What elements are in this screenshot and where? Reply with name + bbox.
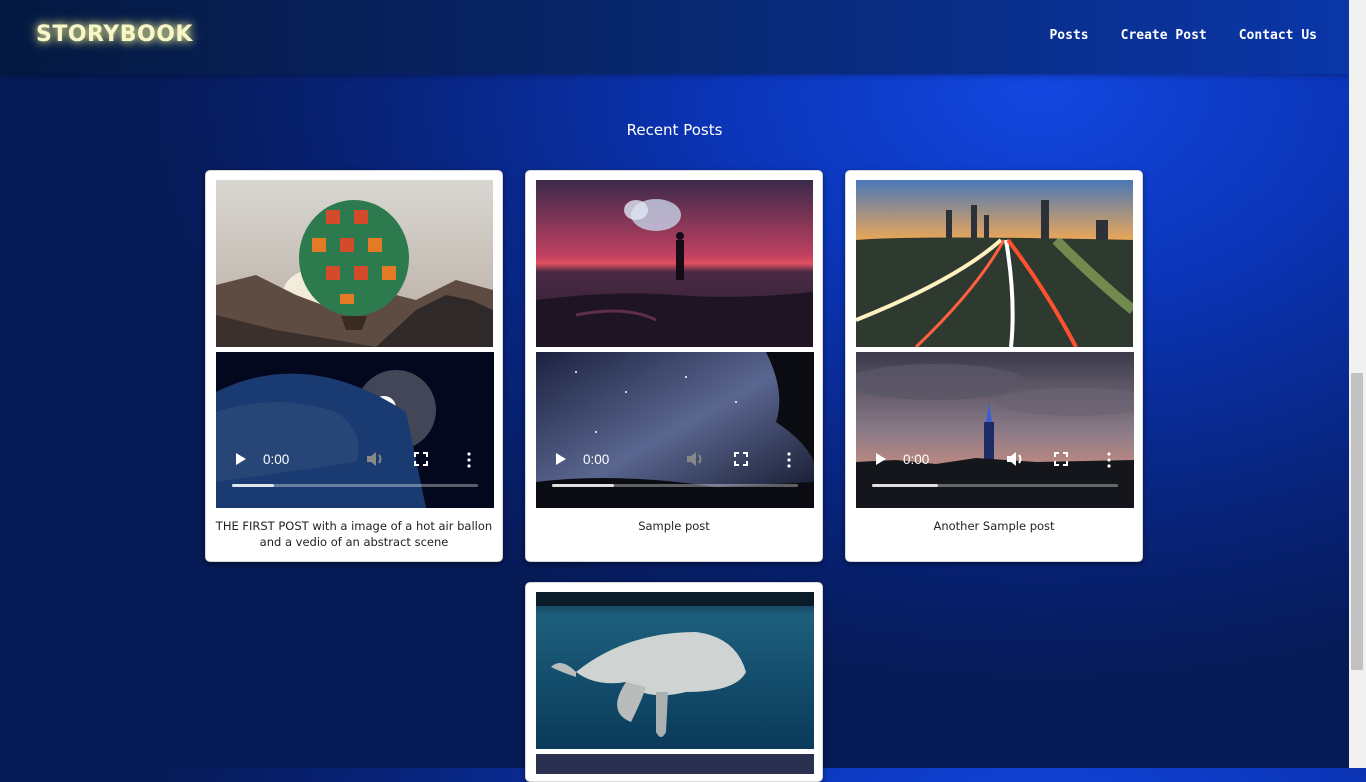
post-video-player[interactable]: 0:00 [856, 352, 1134, 508]
more-options-icon[interactable] [1107, 452, 1111, 468]
volume-icon[interactable] [1006, 451, 1024, 467]
video-progress-track[interactable] [232, 484, 478, 487]
post-image-balloon [216, 180, 493, 347]
video-controls: 0:00 [856, 352, 1134, 508]
post-video-player[interactable]: 0:00 [216, 352, 494, 508]
nav-posts-link[interactable]: Posts [1049, 28, 1088, 43]
video-progress-track[interactable] [872, 484, 1118, 487]
post-caption: Another Sample post [933, 519, 1055, 533]
fullscreen-icon[interactable] [1054, 452, 1068, 466]
fullscreen-icon[interactable] [414, 452, 428, 466]
post-video-player[interactable]: 0:00 [536, 352, 814, 508]
post-card: 0:00 Sample post [525, 170, 823, 562]
video-controls: 0:00 [536, 352, 814, 508]
navbar: STORYBOOK Posts Create Post Contact Us [0, 0, 1349, 74]
post-card: 0:00 Another Sample post [845, 170, 1143, 562]
play-icon[interactable] [876, 453, 886, 465]
play-icon[interactable] [236, 453, 246, 465]
video-buffered-bar [232, 484, 274, 487]
video-buffered-bar [872, 484, 939, 487]
fullscreen-icon[interactable] [734, 452, 748, 466]
video-progress-track[interactable] [552, 484, 798, 487]
nav-links: Posts Create Post Contact Us [1049, 28, 1317, 43]
video-time: 0:00 [583, 452, 610, 467]
post-image-city-highway [856, 180, 1133, 347]
brand-logo[interactable]: STORYBOOK [36, 22, 193, 47]
more-options-icon[interactable] [787, 452, 791, 468]
post-card: 0:00 THE FIRST POST with a image of a ho… [205, 170, 503, 562]
video-buffered-bar [552, 484, 614, 487]
play-icon[interactable] [556, 453, 566, 465]
post-caption: THE FIRST POST with a image of a hot air… [215, 519, 493, 549]
scrollbar-thumb[interactable] [1351, 373, 1363, 670]
post-image-whale [536, 592, 814, 749]
post-card [525, 582, 823, 782]
video-controls: 0:00 [216, 352, 494, 508]
page-heading: Recent Posts [626, 121, 723, 139]
post-caption: Sample post [638, 519, 710, 533]
video-time: 0:00 [263, 452, 290, 467]
video-time: 0:00 [903, 452, 930, 467]
more-options-icon[interactable] [467, 452, 471, 468]
post-image-smoke-flare [536, 180, 813, 347]
nav-contact-us-link[interactable]: Contact Us [1239, 28, 1317, 43]
volume-icon[interactable] [686, 451, 704, 467]
nav-create-post-link[interactable]: Create Post [1121, 28, 1207, 43]
volume-icon[interactable] [366, 451, 384, 467]
post-video-player[interactable] [536, 754, 814, 774]
